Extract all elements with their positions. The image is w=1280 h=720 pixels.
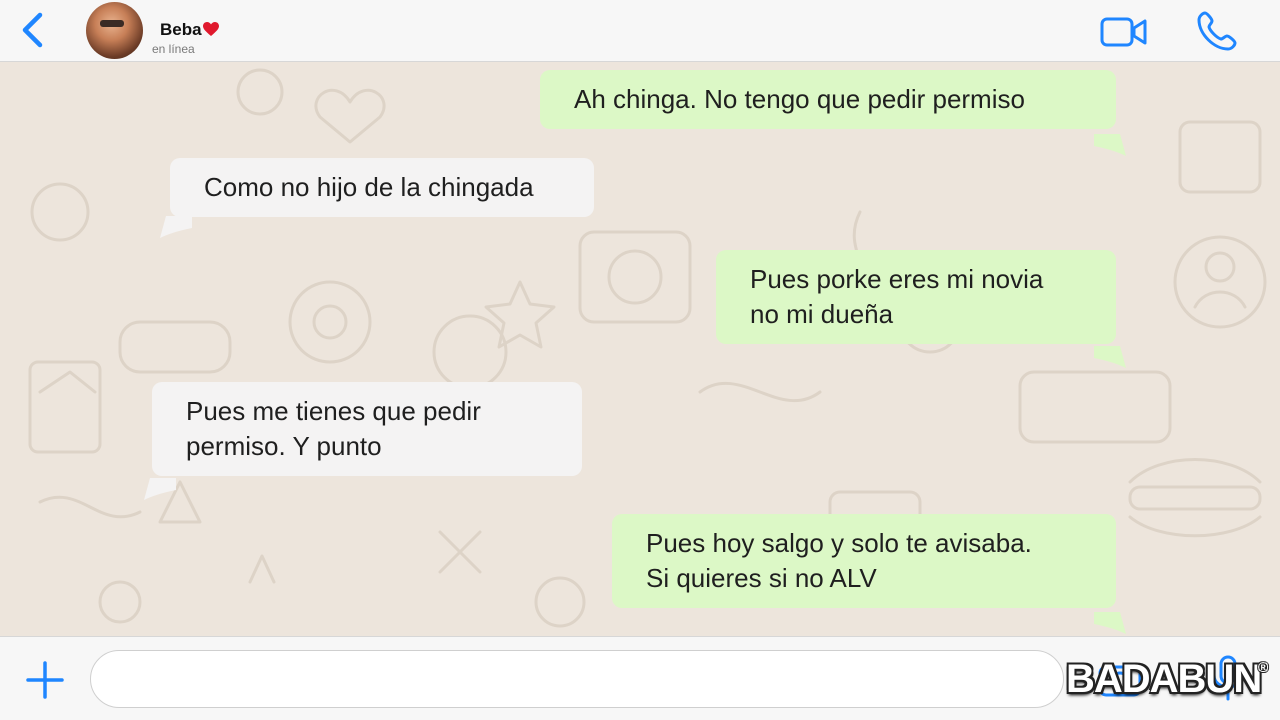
back-chevron-icon[interactable] [18, 10, 48, 50]
plus-icon[interactable] [26, 661, 64, 699]
video-camera-icon[interactable] [1100, 16, 1148, 48]
chat-header: Beba en línea [0, 0, 1280, 62]
heart-icon [203, 22, 219, 36]
phone-icon[interactable] [1196, 10, 1238, 52]
contact-status: en línea [152, 42, 195, 56]
bubble-tail-incoming [144, 478, 176, 500]
message-bubble-outgoing[interactable]: Ah chinga. No tengo que pedir permiso [540, 70, 1116, 129]
message-input[interactable] [90, 650, 1064, 708]
bubble-tail-outgoing [1094, 612, 1126, 634]
contact-avatar[interactable] [86, 2, 143, 59]
badabun-watermark: BADABUN [1066, 657, 1262, 701]
message-bubble-outgoing[interactable]: Pues hoy salgo y solo te avisaba. Si qui… [612, 514, 1116, 608]
composer-bar: BADABUN ® [0, 636, 1280, 720]
bubble-tail-outgoing [1094, 346, 1126, 368]
contact-name[interactable]: Beba [160, 20, 202, 40]
message-bubble-outgoing[interactable]: Pues porke eres mi novia no mi dueña [716, 250, 1116, 344]
bubble-tail-incoming [160, 216, 192, 238]
registered-mark: ® [1258, 659, 1269, 675]
message-bubble-incoming[interactable]: Como no hijo de la chingada [170, 158, 594, 217]
bubble-tail-outgoing [1094, 134, 1126, 156]
message-bubble-incoming[interactable]: Pues me tienes que pedir permiso. Y punt… [152, 382, 582, 476]
chat-area[interactable]: Ah chinga. No tengo que pedir permiso Co… [0, 62, 1280, 636]
